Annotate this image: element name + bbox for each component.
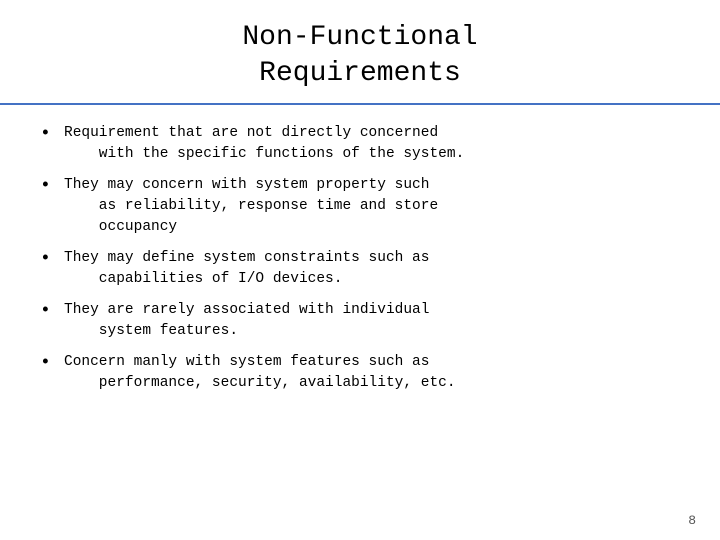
list-item: • Concern manly with system features suc… — [40, 352, 680, 394]
bullet-text: Requirement that are not directly concer… — [64, 123, 680, 165]
title-divider — [0, 103, 720, 105]
bullet-text: They may concern with system property su… — [64, 175, 680, 238]
title-line1: Non-Functional — [242, 22, 477, 53]
bullet-text: They are rarely associated with individu… — [64, 300, 680, 342]
slide-title: Non-Functional Requirements — [40, 20, 680, 93]
slide: Non-Functional Requirements • Requiremen… — [0, 0, 720, 540]
bullet-text: Concern manly with system features such … — [64, 352, 680, 394]
bullet-icon: • — [40, 123, 58, 146]
list-item: • They may concern with system property … — [40, 175, 680, 238]
content-section: • Requirement that are not directly conc… — [0, 123, 720, 520]
list-item: • They are rarely associated with indivi… — [40, 300, 680, 342]
page-number: 8 — [688, 513, 696, 528]
bullet-icon: • — [40, 352, 58, 375]
header-section: Non-Functional Requirements — [0, 0, 720, 103]
list-item: • Requirement that are not directly conc… — [40, 123, 680, 165]
bullet-icon: • — [40, 248, 58, 271]
list-item: • They may define system constraints suc… — [40, 248, 680, 290]
bullet-list: • Requirement that are not directly conc… — [40, 123, 680, 394]
bullet-icon: • — [40, 300, 58, 323]
bullet-text: They may define system constraints such … — [64, 248, 680, 290]
title-line2: Requirements — [259, 58, 461, 89]
bullet-icon: • — [40, 175, 58, 198]
